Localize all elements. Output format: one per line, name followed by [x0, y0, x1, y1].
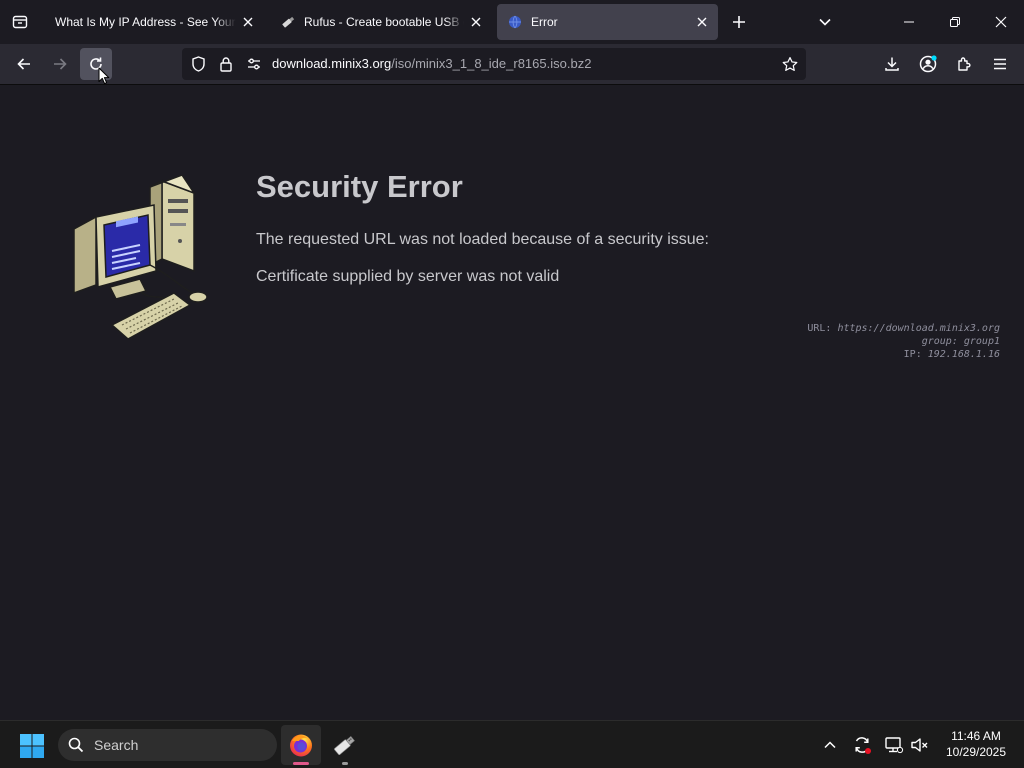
close-window-button[interactable]	[978, 0, 1024, 44]
url-path: /iso/minix3_1_8_ide_r8165.iso.bz2	[391, 56, 592, 71]
show-hidden-icons-button[interactable]	[818, 733, 842, 757]
tab-close-icon[interactable]	[690, 10, 714, 34]
navigation-toolbar: download.minix3.org/iso/minix3_1_8_ide_r…	[0, 44, 1024, 85]
url-host: download.minix3.org	[272, 56, 392, 71]
globe-icon	[507, 14, 523, 30]
info-url-row: URL: https://download.minix3.org	[807, 322, 1000, 335]
puzzle-piece-icon	[958, 57, 971, 71]
bookmark-star-icon[interactable]	[782, 56, 798, 72]
firefox-icon	[290, 734, 312, 757]
system-clock[interactable]: 11:46 AM 10/29/2025	[934, 728, 1018, 760]
tab-title: Rufus - Create bootable USB drives the e…	[304, 15, 464, 29]
tab-title: Error	[531, 15, 558, 29]
new-tab-button[interactable]	[725, 8, 753, 36]
firefox-view-button[interactable]	[0, 0, 40, 44]
volume-tray-icon[interactable]	[908, 733, 932, 757]
chevron-down-icon	[819, 18, 831, 26]
plus-icon	[733, 16, 745, 28]
page-content: Security Error The requested URL was not…	[0, 85, 1024, 720]
page-title: Security Error	[256, 169, 463, 204]
speaker-muted-icon	[911, 738, 928, 752]
start-button[interactable]	[12, 726, 52, 766]
forward-button[interactable]	[44, 48, 76, 80]
minimize-button[interactable]	[886, 0, 932, 44]
network-tray-icon[interactable]	[882, 733, 906, 757]
tab-whats-my-ip[interactable]: What Is My IP Address - See Your Public …	[44, 4, 264, 40]
mouse-pointer-icon	[98, 67, 110, 85]
minimize-icon	[904, 21, 914, 23]
info-label: IP:	[903, 349, 922, 360]
error-description: The requested URL was not loaded because…	[256, 231, 709, 248]
chevron-up-icon	[824, 741, 836, 749]
hamburger-menu-icon	[994, 58, 1006, 70]
tab-close-icon[interactable]	[236, 10, 260, 34]
account-button[interactable]	[912, 48, 944, 80]
extensions-button[interactable]	[948, 48, 980, 80]
list-all-tabs-button[interactable]	[811, 8, 839, 36]
tracking-protection-shield-icon[interactable]	[190, 56, 206, 72]
clock-time: 11:46 AM	[951, 729, 1001, 743]
rufus-usb-icon	[280, 14, 296, 30]
close-icon	[995, 16, 1007, 28]
update-sync-icon	[855, 737, 871, 754]
tab-close-icon[interactable]	[464, 10, 488, 34]
error-detail: Certificate supplied by server was not v…	[256, 268, 560, 285]
clock-date: 10/29/2025	[945, 745, 1007, 759]
url-text[interactable]: download.minix3.org/iso/minix3_1_8_ide_r…	[272, 56, 591, 72]
firefox-view-icon	[12, 15, 28, 29]
windows-update-tray-icon[interactable]	[850, 733, 874, 757]
permissions-icon[interactable]	[246, 56, 262, 72]
restore-icon	[950, 17, 960, 27]
info-group-row: group: group1	[807, 335, 1000, 348]
info-ip-row: IP: 192.168.1.16	[807, 348, 1000, 361]
active-indicator	[293, 762, 309, 765]
address-bar[interactable]: download.minix3.org/iso/minix3_1_8_ide_r…	[182, 48, 806, 80]
info-value: group1	[963, 336, 1000, 347]
info-label: group:	[921, 336, 958, 347]
rufus-usb-icon	[334, 736, 355, 756]
tab-error[interactable]: Error	[497, 4, 718, 40]
windows-logo-icon	[20, 734, 44, 758]
connection-info: URL: https://download.minix3.org group: …	[807, 322, 1000, 361]
network-ethernet-icon	[885, 737, 904, 754]
info-value: https://download.minix3.org	[837, 323, 1000, 334]
application-menu-button[interactable]	[984, 48, 1016, 80]
lock-icon[interactable]	[218, 56, 234, 72]
tab-title: What Is My IP Address - See Your Public …	[55, 15, 236, 29]
info-value: 192.168.1.16	[927, 349, 1000, 360]
taskbar-rufus[interactable]	[325, 725, 365, 765]
tab-rufus[interactable]: Rufus - Create bootable USB drives the e…	[270, 4, 492, 40]
download-icon	[885, 57, 899, 71]
back-button[interactable]	[8, 48, 40, 80]
downloads-button[interactable]	[876, 48, 908, 80]
search-icon	[68, 737, 84, 753]
arrow-right-icon	[54, 58, 67, 70]
info-label: URL:	[807, 323, 832, 334]
running-indicator	[342, 762, 348, 765]
restore-button[interactable]	[932, 0, 978, 44]
account-icon	[919, 55, 937, 73]
tab-bar: What Is My IP Address - See Your Public …	[0, 0, 1024, 44]
taskbar-search-box[interactable]: Search	[58, 729, 277, 761]
retro-computer-illustration	[73, 175, 208, 340]
search-label: Search	[94, 737, 139, 753]
taskbar-firefox[interactable]	[281, 725, 321, 765]
taskbar: Search 11:46 AM 10/29/2025	[0, 720, 1024, 768]
arrow-left-icon	[17, 58, 30, 70]
